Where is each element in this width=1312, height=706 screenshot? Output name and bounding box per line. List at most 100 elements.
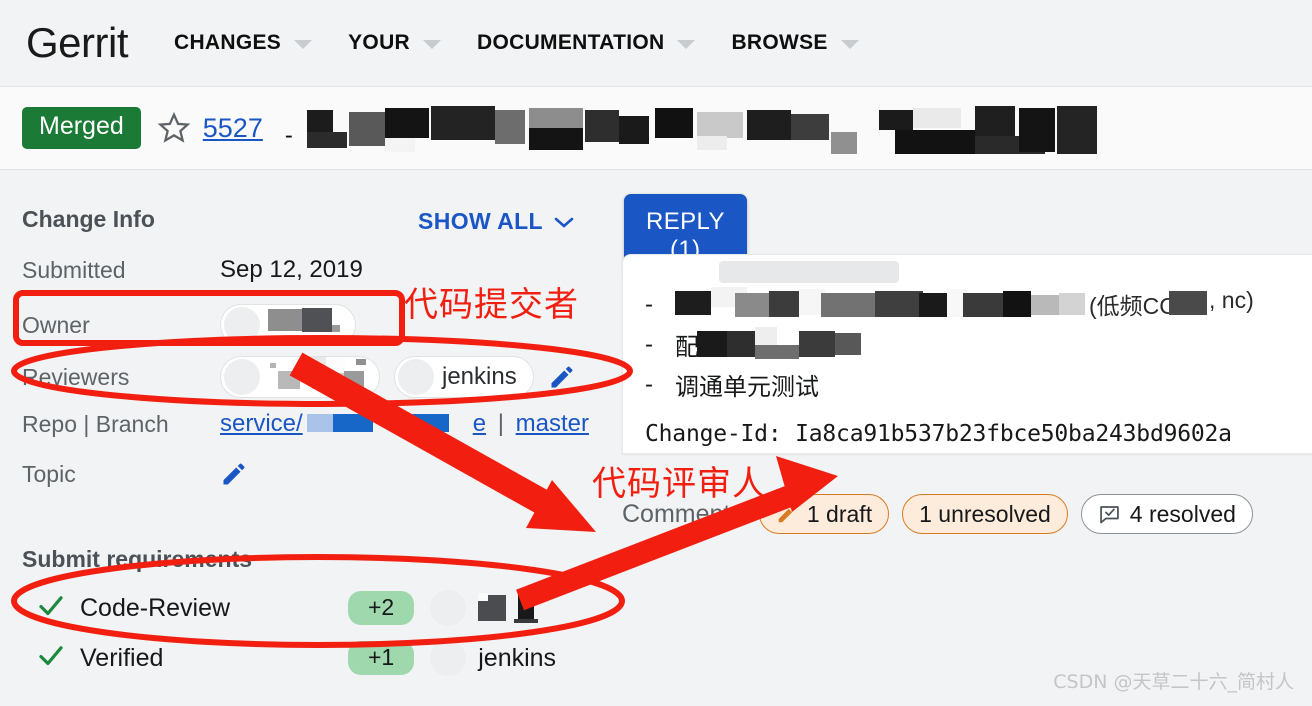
title-dash: -	[284, 122, 293, 149]
requirement-name: Verified	[80, 643, 164, 672]
commit-message-panel: - (低频CC , nc) - 配 - 调通单元测试 Change-Id: Ia…	[622, 254, 1312, 454]
avatar	[224, 359, 260, 395]
branch-link[interactable]: master	[516, 410, 589, 437]
show-all-label: SHOW ALL	[418, 208, 543, 234]
chevron-down-icon	[423, 40, 441, 49]
topic-label: Topic	[22, 460, 76, 487]
avatar	[430, 640, 467, 676]
redaction-block	[696, 136, 727, 150]
redaction-block	[894, 130, 975, 154]
redaction-block	[384, 108, 429, 138]
redaction-block	[402, 414, 449, 432]
watermark: CSDN @天草二十六_简村人	[1053, 671, 1294, 693]
redaction-block	[696, 112, 743, 138]
change-header: Merged 5527 -	[0, 86, 1312, 170]
app-logo[interactable]: Gerrit	[26, 22, 129, 64]
reviewer-chip-jenkins[interactable]: jenkins	[394, 356, 534, 398]
avatar	[398, 359, 434, 395]
owner-name-redacted	[268, 307, 340, 343]
redaction-block	[618, 116, 649, 144]
voter-name: jenkins	[478, 643, 557, 672]
show-all-toggle[interactable]: SHOW ALL	[418, 208, 575, 235]
nav-label: YOUR	[348, 31, 410, 54]
redaction-block	[528, 108, 583, 128]
pencil-icon[interactable]	[548, 363, 576, 391]
chevron-down-icon	[294, 40, 313, 49]
reviewers-label: Reviewers	[22, 363, 130, 390]
redaction-block	[790, 114, 829, 140]
info-row-owner: Owner	[22, 304, 370, 346]
comment-check-icon	[1098, 503, 1130, 526]
nav-label: CHANGES	[174, 31, 282, 54]
pencil-icon[interactable]	[220, 460, 248, 488]
redaction-block	[912, 108, 961, 128]
comments-chip-unresolved[interactable]: 1 unresolved	[902, 494, 1068, 534]
requirement-name: Code-Review	[80, 593, 231, 622]
nav-label: BROWSE	[731, 31, 828, 54]
owner-label: Owner	[22, 311, 90, 338]
redaction-block	[348, 112, 385, 146]
nav-item-documentation[interactable]: DOCUMENTATION	[477, 31, 696, 55]
nav-item-browse[interactable]: BROWSE	[731, 31, 859, 55]
chevron-down-icon	[553, 208, 575, 235]
change-info-heading: Change Info	[22, 206, 155, 232]
nav-item-changes[interactable]: CHANGES	[174, 31, 313, 55]
redaction-block	[746, 110, 791, 140]
reviewer-name-redacted	[268, 357, 366, 395]
change-id-text: Change-Id: Ia8ca91b537b23fbce50ba243bd96…	[645, 421, 1232, 447]
repo-link[interactable]: service/ e	[220, 410, 486, 437]
top-navigation-bar: Gerrit CHANGES YOUR DOCUMENTATION BROWSE	[0, 0, 1312, 86]
commit-line-2-redacted: 配	[675, 327, 975, 361]
repo-value: service/ e | master	[220, 410, 589, 438]
comments-chip-resolved[interactable]: 4 resolved	[1080, 494, 1253, 534]
reviewer-name: jenkins	[442, 363, 517, 390]
check-icon	[36, 591, 80, 626]
chip-label: 1 unresolved	[919, 500, 1051, 527]
change-info-panel: Change Info SHOW ALL REPLY (1) Submitted…	[0, 178, 747, 706]
vote-score: +2	[348, 590, 415, 626]
redaction-block	[1018, 108, 1055, 152]
submit-requirement-code-review: Code-Review +2	[36, 590, 548, 626]
commit-bullet: -	[645, 371, 653, 398]
submit-requirements-heading: Submit requirements	[22, 546, 253, 572]
pencil-icon	[776, 503, 807, 525]
info-row-reviewers: Reviewers jenkins	[22, 356, 576, 398]
nav-item-your[interactable]: YOUR	[348, 31, 441, 55]
commit-bullet: -	[645, 331, 653, 358]
commit-line-3: 调通单元测试	[675, 374, 819, 401]
chip-label: 4 resolved	[1129, 500, 1236, 527]
redaction-block	[332, 414, 373, 432]
vote-score: +1	[348, 640, 415, 676]
change-title-redacted: -	[285, 96, 1312, 160]
nav-label: DOCUMENTATION	[477, 31, 665, 54]
redaction-block	[494, 110, 525, 144]
redaction-block	[654, 108, 693, 138]
redaction-block	[1056, 106, 1097, 154]
redaction-block	[430, 106, 495, 140]
gerrit-change-page: Gerrit CHANGES YOUR DOCUMENTATION BROWSE…	[0, 0, 1312, 706]
redaction-block	[830, 132, 857, 154]
voter-name-redacted	[478, 591, 548, 625]
info-row-topic: Topic	[22, 460, 248, 488]
annotation-reviewer-note: 代码评审人	[592, 464, 767, 504]
submitted-value: Sep 12, 2019	[220, 256, 363, 283]
status-badge: Merged	[22, 107, 141, 149]
repo-branch-label: Repo | Branch	[22, 410, 169, 437]
redaction-block	[878, 110, 913, 130]
comments-chip-draft[interactable]: 1 draft	[758, 494, 890, 534]
chevron-down-icon	[677, 40, 696, 49]
reviewer-chip-redacted[interactable]	[220, 356, 380, 398]
star-outline-icon[interactable]	[141, 111, 191, 145]
redaction-block	[306, 132, 347, 148]
check-icon	[36, 641, 80, 676]
redaction-block	[528, 128, 583, 150]
redaction-block	[306, 110, 333, 132]
change-number-link[interactable]: 5527	[203, 113, 263, 144]
annotation-owner-note: 代码提交者	[404, 285, 579, 325]
commit-bullet: -	[645, 291, 653, 318]
submit-requirement-verified: Verified +1 jenkins	[36, 640, 556, 676]
submitted-label: Submitted	[22, 256, 126, 283]
branch-separator: |	[497, 410, 504, 437]
avatar	[430, 590, 467, 626]
owner-chip[interactable]	[220, 304, 356, 346]
